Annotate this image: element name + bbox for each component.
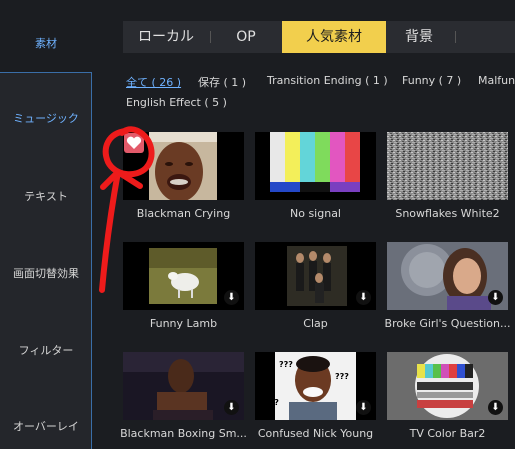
card-title: Snowflakes White2 [395, 207, 500, 220]
sidebar-item-music[interactable]: ミュージック [0, 110, 92, 126]
favorite-badge[interactable] [124, 133, 144, 153]
thumbnail-clap[interactable]: ⬇ [255, 242, 376, 310]
heart-icon [126, 136, 142, 149]
sidebar-item-text[interactable]: テキスト [0, 188, 92, 204]
thumbnail-blackman-crying[interactable] [123, 132, 244, 200]
thumbnail-snowflakes[interactable] [387, 132, 508, 200]
question-marks-overlay: ??? [265, 398, 279, 407]
filter-all[interactable]: 全て ( 26 ) [126, 74, 181, 90]
question-marks-overlay: ??? [335, 372, 349, 381]
filter-saved[interactable]: 保存 ( 1 ) [198, 74, 246, 90]
tab-popular[interactable]: 人気素材 [282, 21, 386, 53]
card-title: Funny Lamb [149, 317, 218, 330]
sidebar: 素材 ミュージック テキスト 画面切替効果 フィルター オーバーレイ [0, 0, 92, 449]
thumbnail-tv-color-bar[interactable]: ⬇ [387, 352, 508, 420]
thumbnail-broke-girl[interactable]: ⬇ [387, 242, 508, 310]
sidebar-column [0, 73, 92, 449]
card-title: Blackman Crying [136, 207, 231, 220]
download-icon[interactable]: ⬇ [224, 400, 239, 415]
card-title: Broke Girl's Question... [384, 317, 511, 330]
filter-malfunction[interactable]: Malfun [478, 74, 515, 87]
tab-local[interactable]: ローカル [123, 21, 209, 53]
tab-op[interactable]: OP [211, 21, 281, 53]
card-title: No signal [290, 207, 341, 220]
card-title: Blackman Boxing Sm... [120, 427, 247, 440]
filter-transition-ending[interactable]: Transition Ending ( 1 ) [267, 74, 388, 87]
filter-funny[interactable]: Funny ( 7 ) [402, 74, 461, 87]
sidebar-item-media[interactable]: 素材 [0, 35, 92, 51]
sidebar-item-transitions[interactable]: 画面切替効果 [0, 265, 92, 281]
download-icon[interactable]: ⬇ [356, 290, 371, 305]
card-title: Clap [303, 317, 328, 330]
thumbnail-no-signal[interactable] [255, 132, 376, 200]
download-icon[interactable]: ⬇ [488, 400, 503, 415]
card-title: TV Color Bar2 [409, 427, 486, 440]
tab-background[interactable]: 背景 [387, 21, 451, 53]
download-icon[interactable]: ⬇ [356, 400, 371, 415]
thumbnail-funny-lamb[interactable]: ⬇ [123, 242, 244, 310]
thumbnail-confused-nick-young[interactable]: ??? ??? ??? ⬇ [255, 352, 376, 420]
download-icon[interactable]: ⬇ [224, 290, 239, 305]
card-title: Confused Nick Young [257, 427, 374, 440]
thumbnail-blackman-boxing[interactable]: ⬇ [123, 352, 244, 420]
sidebar-item-overlays[interactable]: オーバーレイ [0, 418, 92, 434]
tab-divider [455, 31, 456, 43]
question-marks-overlay: ??? [279, 360, 293, 369]
download-icon[interactable]: ⬇ [488, 290, 503, 305]
sidebar-item-filters[interactable]: フィルター [0, 342, 92, 358]
filter-english-effect[interactable]: English Effect ( 5 ) [126, 96, 227, 109]
tab-bar: ローカル OP 人気素材 背景 [123, 21, 515, 53]
